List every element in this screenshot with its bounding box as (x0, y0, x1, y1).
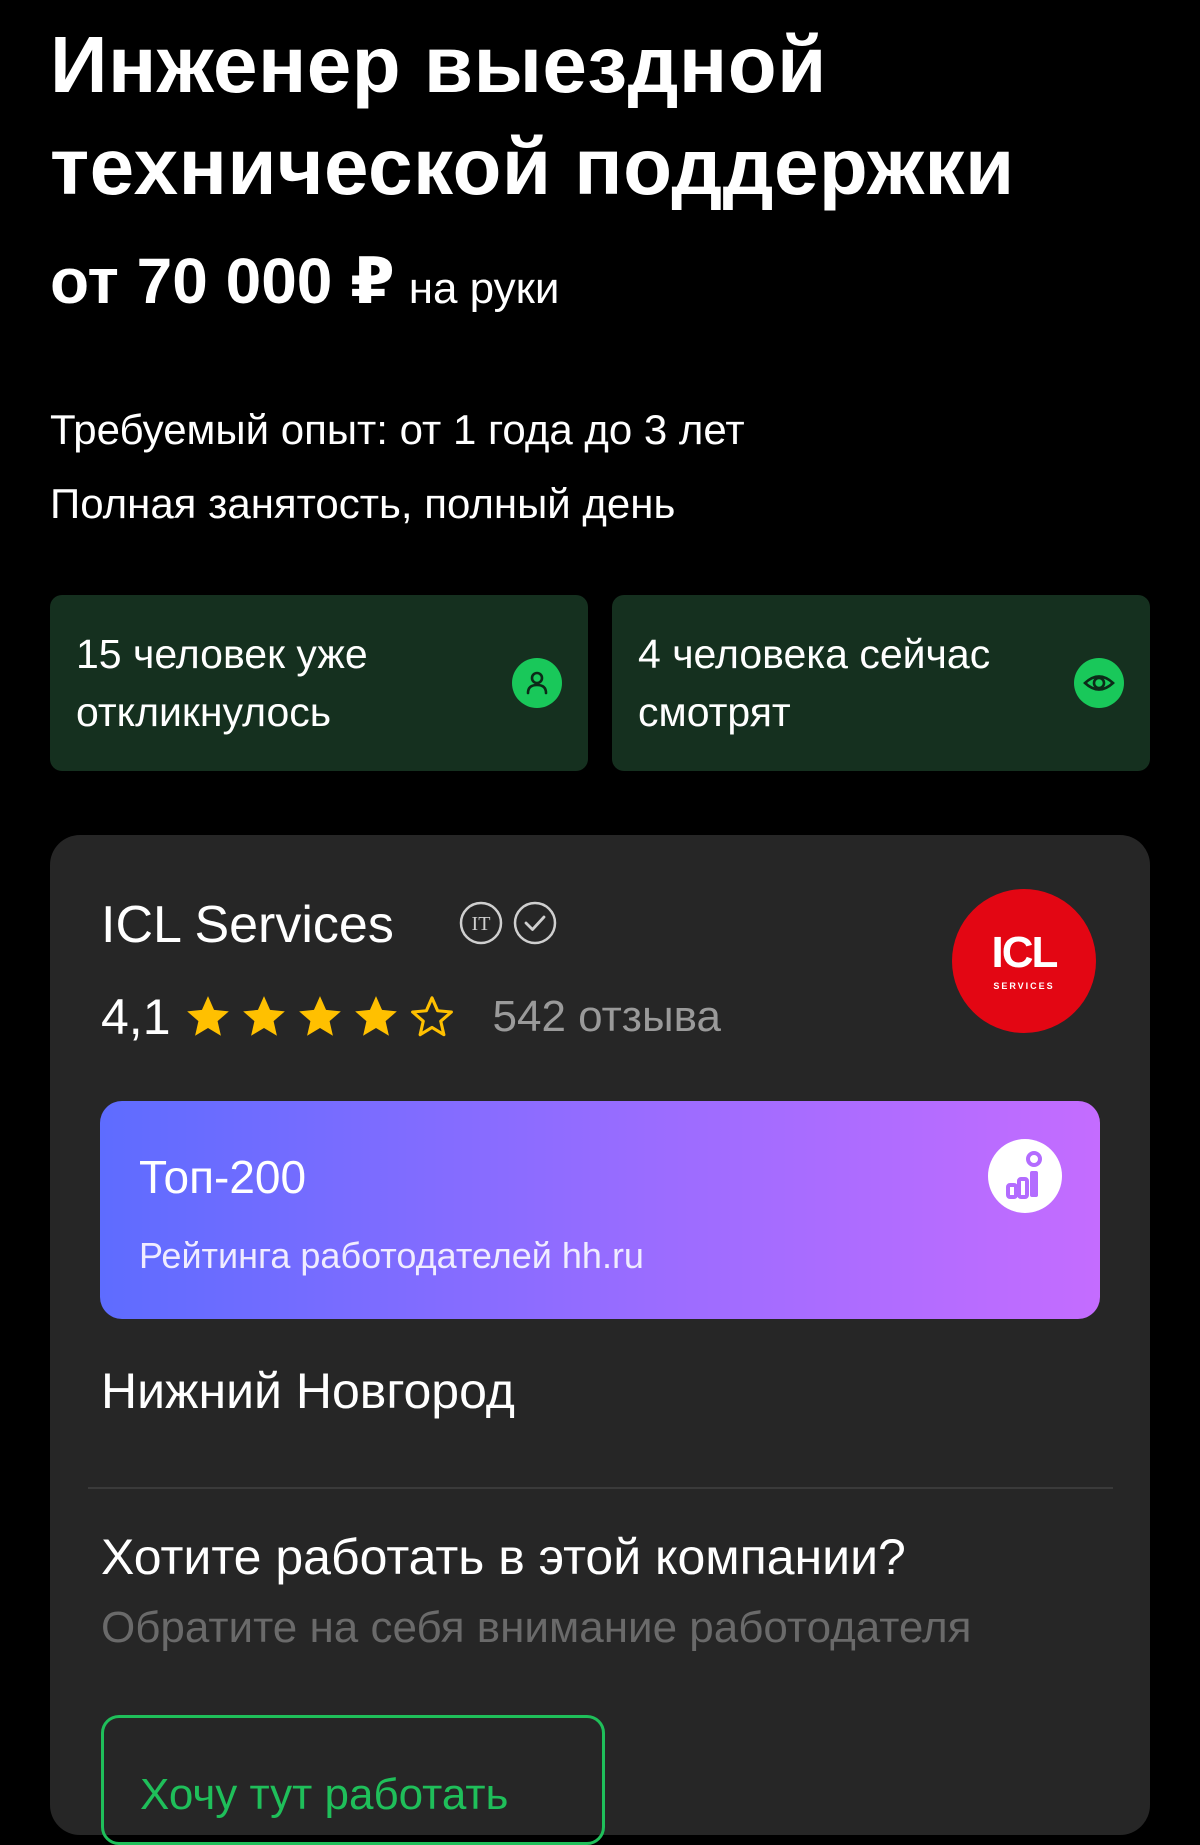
eye-icon (1074, 658, 1124, 708)
star-filled-icon (354, 996, 397, 1036)
job-title: Инженер выездной технической поддержки (50, 20, 1015, 211)
viewers-text: 4 человека сейчас смотрят (638, 631, 991, 735)
employment-text: Полная занятость, полный день (50, 480, 676, 527)
company-badges: IT (458, 900, 558, 946)
logo-sub-text: SERVICES (993, 981, 1055, 991)
ranking-icon (988, 1139, 1062, 1213)
company-name[interactable]: ICL Services (101, 893, 394, 957)
experience-text: Требуемый опыт: от 1 года до 3 лет (50, 406, 745, 453)
logo-main-text: ICL (991, 928, 1059, 977)
salary-note: на руки (408, 264, 560, 313)
top-banner-subtitle: Рейтинга работодателей hh.ru (139, 1235, 644, 1276)
star-filled-icon (242, 996, 285, 1036)
it-badge-label: IT (472, 913, 491, 935)
salary: от 70 000 ₽ на руки (50, 244, 560, 324)
rating-value: 4,1 (101, 989, 171, 1045)
company-logo[interactable]: ICL SERVICES (952, 889, 1096, 1033)
top-employer-banner[interactable]: Топ-200 Рейтинга работодателей hh.ru (100, 1101, 1100, 1319)
divider (88, 1487, 1113, 1489)
rating-row[interactable]: 4,1 542 отзыва (101, 985, 721, 1049)
star-filled-icon (298, 996, 341, 1036)
viewers-card: 4 человека сейчас смотрят (612, 595, 1150, 771)
company-city: Нижний Новгород (101, 1363, 515, 1419)
reviews-link[interactable]: 542 отзыва (493, 992, 721, 1042)
star-empty-icon (410, 996, 453, 1037)
cta-title: Хотите работать в этой компании? (101, 1529, 906, 1585)
star-filled-icon (186, 996, 229, 1036)
top-banner-title: Топ-200 (139, 1151, 307, 1203)
responses-card: 15 человек уже откликнулось (50, 595, 588, 771)
want-to-work-here-button[interactable]: Хочу тут работать (101, 1715, 605, 1845)
cta-subtitle: Обратите на себя внимание работодателя (101, 1603, 972, 1652)
company-card: ICL Services IT ICL SERVICES 4,1 542 отз… (50, 835, 1150, 1845)
verified-icon[interactable] (512, 900, 558, 946)
it-company-icon[interactable]: IT (458, 900, 504, 946)
responses-text: 15 человек уже откликнулось (76, 631, 368, 735)
rating-stars (183, 992, 457, 1042)
salary-amount: от 70 000 ₽ (50, 245, 395, 317)
person-icon (512, 658, 562, 708)
